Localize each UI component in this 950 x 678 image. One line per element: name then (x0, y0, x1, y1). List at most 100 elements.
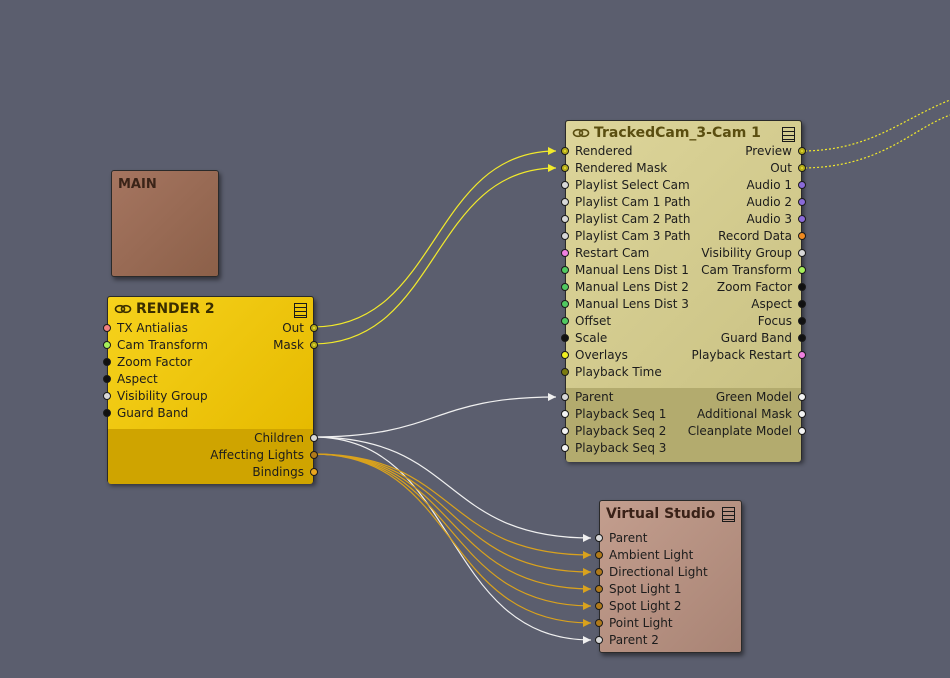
virtual-studio-node[interactable]: Virtual Studio Parent Ambient Light Direct… (595, 500, 742, 653)
port-connector-icon[interactable] (798, 334, 806, 342)
port-connector-icon[interactable] (310, 341, 318, 349)
port-connector-icon[interactable] (561, 317, 569, 325)
port-connector-icon[interactable] (595, 636, 603, 644)
port-connector-icon[interactable] (595, 619, 603, 627)
port-connector-icon[interactable] (561, 393, 569, 401)
port-connector-icon[interactable] (561, 215, 569, 223)
port-connector-icon[interactable] (798, 198, 806, 206)
port-connector-icon[interactable] (798, 215, 806, 223)
port-right-record-data[interactable]: Record Data (666, 228, 806, 245)
port-connector-icon[interactable] (561, 266, 569, 274)
port-right-preview[interactable]: Preview (666, 143, 806, 160)
port-connector-icon[interactable] (103, 341, 111, 349)
port-right-green-model[interactable]: Green Model (681, 389, 806, 406)
port-connector-icon[interactable] (561, 147, 569, 155)
port-connector-icon[interactable] (310, 324, 318, 332)
port-connector-icon[interactable] (798, 427, 806, 435)
port-right-cam-transform[interactable]: Cam Transform (666, 262, 806, 279)
port-connector-icon[interactable] (595, 568, 603, 576)
render2-node[interactable]: RENDER 2 TX Antialias Cam Transform Zoom F… (103, 296, 318, 484)
port-connector-icon[interactable] (310, 451, 318, 459)
port-connector-icon[interactable] (595, 585, 603, 593)
port-connector-icon[interactable] (561, 351, 569, 359)
port-left-playback-seq-1[interactable]: Playback Seq 1 (561, 406, 686, 423)
port-left-parent-2[interactable]: Parent 2 (595, 632, 735, 649)
port-connector-icon[interactable] (561, 164, 569, 172)
wire-children-to-tracked-parent (312, 396, 557, 438)
port-right-aspect[interactable]: Aspect (666, 296, 806, 313)
port-connector-icon[interactable] (798, 283, 806, 291)
port-right-affecting-lights[interactable]: Affecting Lights (168, 447, 318, 464)
port-right-guard-band[interactable]: Guard Band (666, 330, 806, 347)
port-left-parent[interactable]: Parent (595, 530, 735, 547)
port-connector-icon[interactable] (103, 324, 111, 332)
port-connector-icon[interactable] (561, 198, 569, 206)
port-right-focus[interactable]: Focus (666, 313, 806, 330)
port-connector-icon[interactable] (595, 534, 603, 542)
port-left-playback-time[interactable]: Playback Time (561, 364, 706, 381)
port-connector-icon[interactable] (103, 392, 111, 400)
port-connector-icon[interactable] (310, 468, 318, 476)
port-connector-icon[interactable] (798, 249, 806, 257)
port-left-visibility-group[interactable]: Visibility Group (103, 388, 258, 405)
port-left-ambient-light[interactable]: Ambient Light (595, 547, 735, 564)
main-node[interactable]: MAIN (111, 170, 219, 277)
port-right-children[interactable]: Children (168, 430, 318, 447)
trackedcam-node[interactable]: TrackedCam_3-Cam 1 Rendered Rendered Mask… (561, 120, 806, 462)
port-left-spot-light-2[interactable]: Spot Light 2 (595, 598, 735, 615)
port-connector-icon[interactable] (798, 147, 806, 155)
port-left-aspect[interactable]: Aspect (103, 371, 258, 388)
port-connector-icon[interactable] (561, 249, 569, 257)
port-connector-icon[interactable] (103, 375, 111, 383)
port-right-out[interactable]: Out (666, 160, 806, 177)
port-connector-icon[interactable] (595, 602, 603, 610)
port-right-additional-mask[interactable]: Additional Mask (681, 406, 806, 423)
port-left-zoom-factor[interactable]: Zoom Factor (103, 354, 258, 371)
port-right-audio-2[interactable]: Audio 2 (666, 194, 806, 211)
port-connector-icon[interactable] (798, 181, 806, 189)
port-connector-icon[interactable] (561, 300, 569, 308)
port-connector-icon[interactable] (798, 317, 806, 325)
port-connector-icon[interactable] (103, 358, 111, 366)
port-connector-icon[interactable] (561, 181, 569, 189)
port-left-playback-seq-2[interactable]: Playback Seq 2 (561, 423, 686, 440)
port-left-point-light[interactable]: Point Light (595, 615, 735, 632)
port-right-playback-restart[interactable]: Playback Restart (666, 347, 806, 364)
port-connector-icon[interactable] (798, 393, 806, 401)
port-connector-icon[interactable] (561, 427, 569, 435)
port-connector-icon[interactable] (103, 409, 111, 417)
trackedcam-menu-icon[interactable] (782, 127, 795, 142)
port-connector-icon[interactable] (310, 434, 318, 442)
port-connector-icon[interactable] (595, 551, 603, 559)
port-right-mask[interactable]: Mask (208, 337, 318, 354)
port-connector-icon[interactable] (798, 300, 806, 308)
port-connector-icon[interactable] (798, 232, 806, 240)
port-connector-icon[interactable] (561, 334, 569, 342)
port-right-cleanplate-model[interactable]: Cleanplate Model (681, 423, 806, 440)
port-left-guard-band[interactable]: Guard Band (103, 405, 258, 422)
port-right-zoom-factor[interactable]: Zoom Factor (666, 279, 806, 296)
port-connector-icon[interactable] (561, 410, 569, 418)
port-connector-icon[interactable] (561, 444, 569, 452)
port-right-audio-1[interactable]: Audio 1 (666, 177, 806, 194)
port-connector-icon[interactable] (561, 368, 569, 376)
port-left-playback-seq-3[interactable]: Playback Seq 3 (561, 440, 686, 457)
wire-children-to-virtual-parent (312, 436, 592, 539)
port-connector-icon[interactable] (798, 164, 806, 172)
port-label: Affecting Lights (210, 448, 304, 462)
port-left-parent[interactable]: Parent (561, 389, 686, 406)
port-right-bindings[interactable]: Bindings (168, 464, 318, 481)
port-right-audio-3[interactable]: Audio 3 (666, 211, 806, 228)
port-connector-icon[interactable] (561, 283, 569, 291)
port-connector-icon[interactable] (798, 266, 806, 274)
port-connector-icon[interactable] (798, 351, 806, 359)
port-left-spot-light-1[interactable]: Spot Light 1 (595, 581, 735, 598)
port-connector-icon[interactable] (561, 232, 569, 240)
port-label: Offset (575, 314, 612, 328)
port-right-visibility-group[interactable]: Visibility Group (666, 245, 806, 262)
port-right-out[interactable]: Out (208, 320, 318, 337)
virtual-studio-menu-icon[interactable] (722, 507, 735, 522)
port-left-directional-light[interactable]: Directional Light (595, 564, 735, 581)
render2-menu-icon[interactable] (294, 303, 307, 318)
port-connector-icon[interactable] (798, 410, 806, 418)
